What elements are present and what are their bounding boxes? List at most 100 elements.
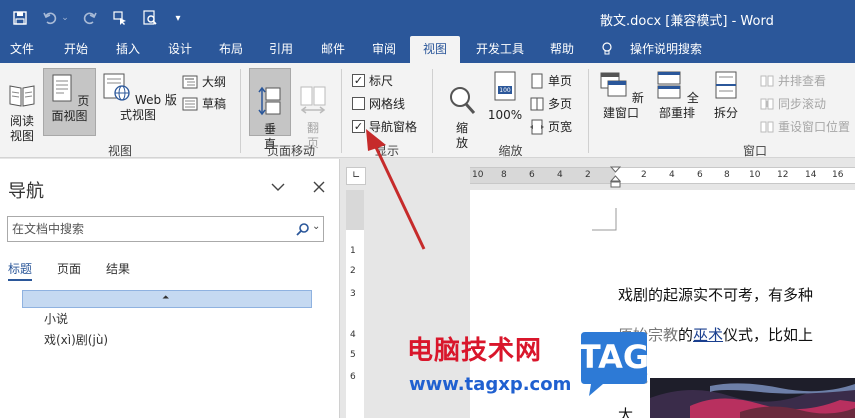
- document-text-line[interactable]: 太: [618, 404, 633, 418]
- group-separator: [341, 69, 342, 153]
- web-layout-button[interactable]: Web 版式视图: [98, 68, 178, 136]
- tab-insert[interactable]: 插入: [106, 36, 150, 63]
- horizontal-ruler-margin: [470, 168, 615, 183]
- side-to-side-icon: [300, 86, 326, 114]
- horizontal-ruler-number: 14: [805, 170, 817, 180]
- outline-button[interactable]: 大纲: [182, 73, 226, 90]
- collapse-icon[interactable]: ⏶: [162, 293, 169, 303]
- vertical-button[interactable]: 垂 直: [249, 68, 291, 151]
- draft-button[interactable]: 草稿: [182, 95, 226, 112]
- reset-window-position-button[interactable]: 重设窗口位置: [760, 118, 850, 135]
- sync-scroll-icon: [760, 98, 774, 109]
- magnifier-icon: [450, 87, 476, 114]
- synchronous-scrolling-button[interactable]: 同步滚动: [760, 95, 826, 112]
- new-window-icon: [600, 72, 627, 97]
- one-page-icon: [531, 73, 543, 88]
- ruler-checkbox[interactable]: ✓ 标尺: [352, 72, 393, 89]
- ruler-label: 标尺: [369, 74, 394, 88]
- read-mode-label: 阅读 视图: [9, 114, 34, 143]
- annotation-arrow: [366, 129, 426, 250]
- watermark-text: 电脑技术网: [407, 336, 543, 366]
- gridlines-label: 网格线: [369, 97, 406, 111]
- tab-design[interactable]: 设计: [158, 36, 202, 63]
- heading-item-selected[interactable]: ⏶: [22, 290, 312, 308]
- document-text-line[interactable]: 戏剧的起源实不可考，有多种: [618, 284, 813, 305]
- horizontal-ruler-number: 10: [749, 170, 761, 180]
- search-icon[interactable]: [296, 222, 310, 236]
- tab-layout[interactable]: 布局: [209, 36, 253, 63]
- print-layout-button[interactable]: 页面视图: [43, 68, 96, 136]
- split-icon: [715, 71, 737, 99]
- tab-review[interactable]: 审阅: [362, 36, 406, 63]
- tell-me-search[interactable]: 操作说明搜索: [626, 36, 706, 63]
- undo-icon[interactable]: [40, 8, 60, 28]
- indent-marker-icon[interactable]: [609, 166, 622, 188]
- print-preview-icon[interactable]: [140, 8, 160, 28]
- page-width-button[interactable]: 页宽: [530, 118, 572, 135]
- zoom-100-button[interactable]: 100 100%: [485, 68, 525, 136]
- sync-scroll-label: 同步滚动: [778, 97, 827, 111]
- side-to-side-button[interactable]: 翻 页: [294, 68, 332, 150]
- heading-item[interactable]: 小说: [44, 310, 68, 327]
- view-side-by-side-button[interactable]: 并排查看: [760, 72, 826, 89]
- read-mode-button[interactable]: 阅读 视图: [4, 67, 40, 143]
- page-movement-group-label: 页面移动: [266, 144, 315, 158]
- horizontal-ruler-number: 6: [697, 170, 703, 180]
- tab-references[interactable]: 引用: [259, 36, 303, 63]
- gridlines-check-icon: [352, 97, 365, 110]
- multiple-pages-icon: [530, 97, 544, 110]
- text-segment: 仪式，比如上: [723, 326, 814, 344]
- nav-tab-headings[interactable]: 标题: [8, 260, 32, 277]
- page-width-icon: [530, 119, 544, 134]
- gridlines-checkbox[interactable]: 网格线: [352, 95, 405, 112]
- nav-search-input[interactable]: [12, 220, 282, 238]
- split-button[interactable]: 拆分: [708, 68, 744, 136]
- svg-text:100: 100: [499, 87, 511, 94]
- document-image[interactable]: [650, 378, 855, 418]
- redo-icon[interactable]: [80, 8, 100, 28]
- nav-tab-pages[interactable]: 页面: [57, 260, 81, 277]
- horizontal-ruler-number: 12: [777, 170, 789, 180]
- multiple-pages-button[interactable]: 多页: [530, 95, 572, 112]
- window-title: 散文.docx [兼容模式] - Word: [600, 14, 774, 29]
- horizontal-ruler-number: 4: [669, 170, 675, 180]
- vertical-scroll-icon: [258, 86, 281, 116]
- undo-dropdown-icon[interactable]: ⌄: [60, 8, 70, 28]
- touch-mode-icon[interactable]: [110, 8, 130, 28]
- vertical-ruler-number: 6: [350, 372, 356, 382]
- print-layout-icon: [52, 74, 72, 102]
- search-dropdown-icon[interactable]: ⌄: [312, 221, 320, 232]
- tab-help[interactable]: 帮助: [540, 36, 584, 63]
- text-segment: 的: [678, 326, 694, 344]
- zoom-100-icon: 100: [494, 71, 516, 101]
- multiple-pages-label: 多页: [548, 97, 573, 111]
- group-separator: [240, 69, 241, 153]
- close-icon[interactable]: [311, 179, 327, 195]
- tab-developer[interactable]: 开发工具: [468, 36, 532, 63]
- horizontal-ruler-number: 2: [585, 170, 591, 180]
- new-window-button[interactable]: 新建窗口: [594, 68, 648, 136]
- navigation-pane: 导航 ⌄ 标题 页面 结果 ⏶ 小说 戏(xì)剧(jù): [0, 159, 340, 418]
- tab-file[interactable]: 文件: [0, 36, 44, 63]
- arrange-all-button[interactable]: 全部重排: [650, 68, 704, 136]
- window-group-label: 窗口: [742, 144, 767, 158]
- read-mode-icon: [9, 85, 35, 107]
- heading-item[interactable]: 戏(xì)剧(jù): [44, 331, 108, 348]
- one-page-label: 单页: [548, 74, 573, 88]
- outline-icon: [182, 75, 198, 88]
- save-icon[interactable]: [10, 8, 30, 28]
- arrange-all-icon: [657, 71, 681, 99]
- nav-tab-results[interactable]: 结果: [106, 260, 130, 277]
- vertical-ruler-number: 4: [350, 330, 356, 340]
- vertical-ruler-number: 3: [350, 289, 356, 299]
- tab-view[interactable]: 视图: [410, 36, 460, 63]
- customize-qat-icon[interactable]: ▾: [168, 8, 188, 28]
- web-layout-icon: [103, 73, 130, 101]
- horizontal-ruler-number: 6: [529, 170, 535, 180]
- nav-options-chevron-icon[interactable]: [270, 179, 286, 195]
- tab-mailings[interactable]: 邮件: [311, 36, 355, 63]
- margin-corner-mark: [592, 208, 617, 231]
- tab-home[interactable]: 开始: [54, 36, 98, 63]
- side-by-side-icon: [760, 75, 774, 86]
- one-page-button[interactable]: 单页: [530, 72, 572, 89]
